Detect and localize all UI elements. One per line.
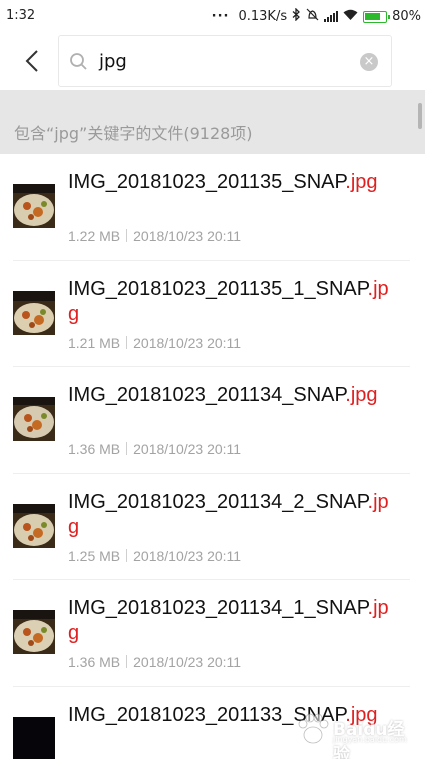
back-arrow-icon[interactable] xyxy=(18,46,48,76)
file-name: IMG_20181023_201134_1_SNAP.jpg xyxy=(68,597,389,645)
paw-logo-icon xyxy=(298,713,329,744)
scrollbar[interactable] xyxy=(418,103,422,129)
file-row[interactable]: IMG_20181023_201135_1_SNAP.jpg 1.21 MB 20… xyxy=(0,261,425,368)
file-name: IMG_20181023_201134_SNAP.jpg xyxy=(68,384,378,407)
status-time: 1:32 xyxy=(6,8,36,23)
network-speed: 0.13K/s xyxy=(238,9,288,24)
file-thumbnail xyxy=(13,397,55,442)
file-size: 1.22 MB xyxy=(68,228,121,244)
file-meta: 1.25 MB 2018/10/23 20:11 xyxy=(68,548,241,564)
file-date: 2018/10/23 20:11 xyxy=(133,334,242,351)
file-meta: 1.36 MB 2018/10/23 20:11 xyxy=(68,654,241,670)
battery-icon xyxy=(363,10,391,23)
file-size: 1.36 MB xyxy=(68,654,121,671)
file-name: IMG_20181023_201134_2_SNAP.jpg xyxy=(68,490,389,538)
file-date: 2018/10/23 20:11 xyxy=(133,441,242,458)
file-name: IMG_20181023_201135_SNAP.jpg xyxy=(68,171,378,193)
file-thumbnail xyxy=(13,290,55,335)
file-row[interactable]: IMG_20181023_201134_SNAP.jpg 1.36 MB 2018… xyxy=(0,367,425,474)
more-dots-icon: ··· xyxy=(211,9,230,24)
wifi-icon xyxy=(343,9,358,25)
cell-signal-icon xyxy=(324,11,339,22)
file-date: 2018/10/23 20:11 xyxy=(133,228,242,244)
file-meta: 1.21 MB 2018/10/23 20:11 xyxy=(68,335,241,351)
file-thumbnail xyxy=(13,610,55,655)
file-row[interactable]: IMG_20181023_201134_2_SNAP.jpg 1.25 MB 20… xyxy=(0,474,425,581)
bluetooth-icon xyxy=(292,7,301,25)
file-date: 2018/10/23 20:11 xyxy=(133,654,242,671)
file-thumbnail xyxy=(13,184,55,228)
status-icons: ··· 0.13K/s 80% xyxy=(211,7,421,25)
file-size: 1.25 MB xyxy=(68,547,121,564)
battery-percent: 80% xyxy=(392,9,421,24)
file-row[interactable]: IMG_20181023_201135_SNAP.jpg 1.22 MB 2018… xyxy=(0,154,425,261)
file-list: IMG_20181023_201135_SNAP.jpg 1.22 MB 2018… xyxy=(0,154,425,759)
search-bar: jpg × xyxy=(0,32,425,90)
file-meta: 1.22 MB 2018/10/23 20:11 xyxy=(68,228,241,244)
results-count-header: 包含“jpg”关键字的文件(9128项) xyxy=(0,90,425,154)
results-count-label: 包含“jpg”关键字的文件(9128项) xyxy=(14,124,253,143)
file-date: 2018/10/23 20:11 xyxy=(133,547,242,564)
file-row[interactable]: IMG_20181023_201134_1_SNAP.jpg 1.36 MB 20… xyxy=(0,580,425,687)
clear-icon[interactable]: × xyxy=(360,53,378,71)
status-bar: 1:32 ··· 0.13K/s 80% xyxy=(0,0,425,32)
baidu-watermark: Baidu经验 jingyan.baidu.com xyxy=(293,707,411,759)
file-name: IMG_20181023_201135_1_SNAP.jpg xyxy=(68,277,389,325)
search-query[interactable]: jpg xyxy=(99,51,127,72)
watermark-url: jingyan.baidu.com xyxy=(333,735,407,744)
mute-icon xyxy=(306,8,319,25)
file-size: 1.36 MB xyxy=(68,441,121,458)
file-meta: 1.36 MB 2018/10/23 20:11 xyxy=(68,441,241,457)
file-size: 1.21 MB xyxy=(68,334,121,351)
search-icon xyxy=(68,51,90,73)
file-thumbnail xyxy=(13,503,55,548)
file-thumbnail xyxy=(13,716,55,759)
search-input[interactable]: jpg × xyxy=(58,35,392,87)
